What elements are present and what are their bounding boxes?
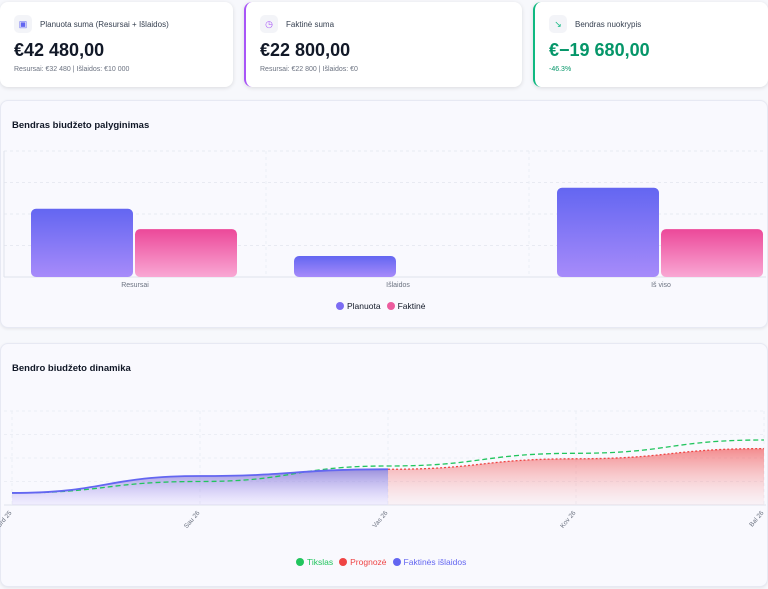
x-tick-label: Grd 25 bbox=[0, 509, 14, 529]
actual-area bbox=[12, 469, 388, 505]
x-tick-label: Vas 26 bbox=[371, 510, 389, 530]
x-tick-label: Sau 26 bbox=[183, 509, 202, 530]
bar-faktinė bbox=[135, 229, 237, 277]
line-legend: Tikslas Prognozė Faktinės išlaidos bbox=[296, 557, 466, 567]
x-tick-label: Kov 26 bbox=[559, 510, 578, 530]
x-tick-label: Išlaidos bbox=[386, 282, 410, 289]
deviation-card: ↘ Bendras nuokrypis €−19 680,00 -46.3% bbox=[533, 2, 768, 87]
wallet-icon: ▣ bbox=[14, 15, 32, 33]
actual-total-card: ◷ Faktinė suma €22 800,00 Resursai: €22 8… bbox=[244, 2, 522, 87]
card-value: €22 800,00 bbox=[260, 40, 351, 60]
bar-planuota bbox=[31, 208, 133, 277]
card-title: Faktinė suma bbox=[286, 19, 335, 29]
card-value: €−19 680,00 bbox=[549, 40, 650, 60]
card-value: €42 480,00 bbox=[14, 40, 105, 60]
x-tick-label: Iš viso bbox=[651, 282, 671, 289]
planned-total-card: ▣ Planuota suma (Resursai + Išlaidos) €42… bbox=[0, 2, 233, 87]
card-subtitle: Resursai: €32 480 | Išlaidos: €10 000 bbox=[14, 66, 130, 73]
x-tick-label: Resursai bbox=[121, 282, 149, 289]
legend-faktine[interactable]: Faktinė bbox=[386, 301, 425, 311]
card-title: Planuota suma (Resursai + Išlaidos) bbox=[40, 19, 169, 29]
clock-icon: ◷ bbox=[260, 15, 278, 33]
bar-planuota bbox=[557, 187, 659, 277]
bar-legend: Planuota Faktinė bbox=[336, 301, 425, 311]
legend-prognoze[interactable]: Prognozė bbox=[339, 557, 387, 567]
forecast-area bbox=[388, 448, 764, 505]
bar-chart-title: Bendras biudžeto palyginimas bbox=[12, 120, 150, 131]
card-subtitle: -46.3% bbox=[549, 66, 572, 73]
x-tick-label: Bal 26 bbox=[748, 509, 765, 528]
card-title: Bendras nuokrypis bbox=[575, 19, 642, 29]
line-chart-title: Bendro biudžeto dinamika bbox=[12, 363, 131, 374]
legend-tikslas[interactable]: Tikslas bbox=[296, 557, 333, 567]
trending-down-icon: ↘ bbox=[549, 15, 567, 33]
legend-planuota[interactable]: Planuota bbox=[336, 301, 381, 311]
line-chart: Grd 25 Sau 26 Vas 26 Kov 26 Bal 26 bbox=[0, 410, 766, 530]
bar-planuota bbox=[294, 256, 396, 277]
bar-faktinė bbox=[661, 229, 763, 277]
bar-chart: Resursai Išlaidos Iš viso bbox=[3, 150, 766, 289]
card-subtitle: Resursai: €22 800 | Išlaidos: €0 bbox=[260, 66, 358, 73]
legend-faktines[interactable]: Faktinės išlaidos bbox=[392, 557, 466, 567]
